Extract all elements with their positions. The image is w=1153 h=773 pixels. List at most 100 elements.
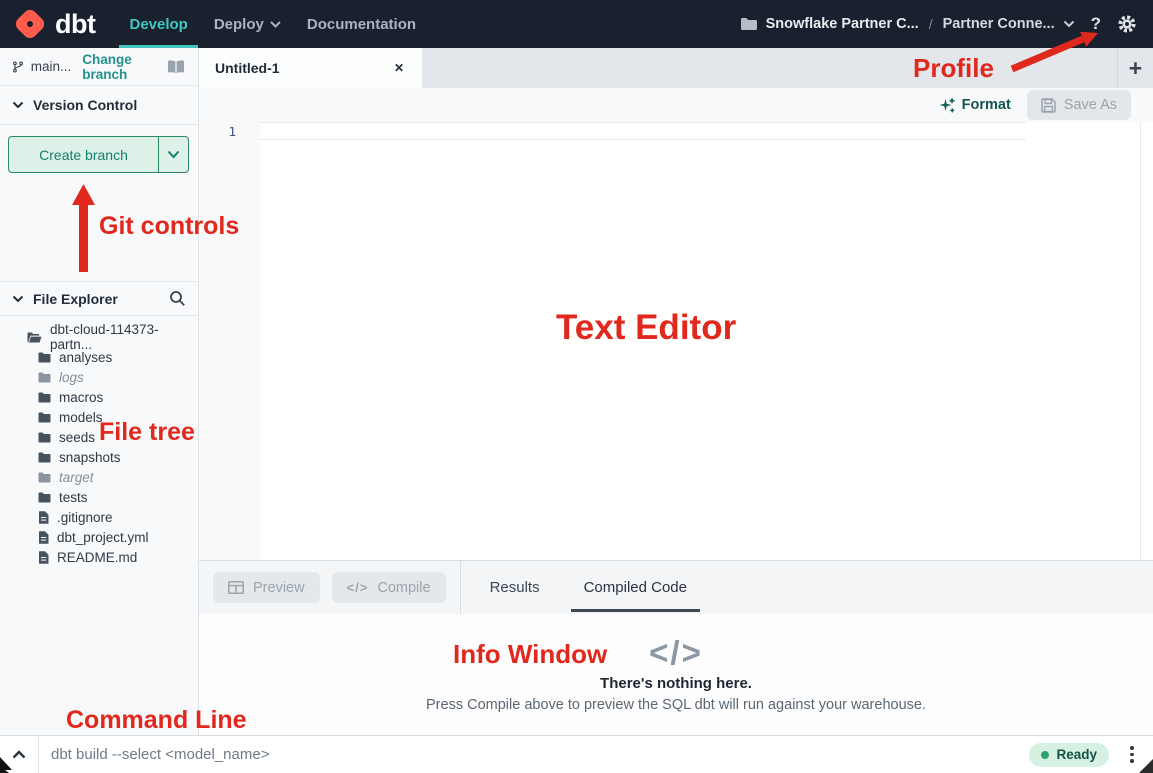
format-button[interactable]: Format [939,97,1011,113]
info-window-header: Preview </> Compile Results Compiled Cod… [199,560,1153,614]
tree-item-logs[interactable]: logs [0,367,198,387]
folder-icon [38,492,51,503]
file-icon [38,551,49,564]
tree-item-label: .gitignore [57,510,113,525]
create-branch-button[interactable]: Create branch [8,136,158,173]
nav-develop[interactable]: Develop [119,0,197,48]
command-input[interactable] [39,737,1029,773]
close-tab-icon[interactable]: ✕ [394,61,404,75]
nav-deploy-label: Deploy [214,16,264,33]
sidebar: main... Change branch Version Control Cr… [0,48,199,735]
format-label: Format [962,97,1011,113]
save-as-button[interactable]: Save As [1027,90,1131,120]
version-control-header[interactable]: Version Control [0,86,198,125]
status-badge: Ready [1029,743,1109,767]
brand-text: dbt [55,9,95,40]
tree-item-target[interactable]: target [0,467,198,487]
branch-row: main... Change branch [0,48,198,86]
folder-icon [38,412,51,423]
editor-gutter: 1 [199,122,260,560]
folder-icon [38,472,51,483]
change-branch-link[interactable]: Change branch [82,52,159,82]
tree-item-label: seeds [59,430,95,445]
project-name: Partner Conne... [943,16,1055,32]
folder-icon [38,432,51,443]
expand-command-bar-button[interactable] [0,736,38,773]
chevron-down-icon [12,295,24,303]
empty-state-title: There's nothing here. [600,675,752,692]
dbt-logo[interactable]: dbt [14,8,95,40]
tab-title: Untitled-1 [215,60,280,76]
preview-label: Preview [253,580,305,596]
account-name: Snowflake Partner C... [766,16,919,32]
tree-item-label: snapshots [59,450,121,465]
tab-results[interactable]: Results [481,561,549,614]
docs-book-icon[interactable] [166,59,186,75]
tree-item-readme[interactable]: README.md [0,547,198,567]
file-explorer-title: File Explorer [33,291,118,307]
settings-gear-icon[interactable] [1117,14,1137,34]
nav-deploy[interactable]: Deploy [204,0,291,48]
tree-item-label: models [59,410,103,425]
preview-button[interactable]: Preview [213,572,320,603]
dbt-cloud-ide: dbt Develop Deploy Documentation Snowfla… [0,0,1153,773]
compile-button[interactable]: </> Compile [332,572,446,603]
tree-item-label: analyses [59,350,112,365]
create-branch-caret[interactable] [158,136,189,173]
tab-compiled-code[interactable]: Compiled Code [571,561,700,614]
folder-icon [38,392,51,403]
file-icon [38,511,49,524]
code-icon: </> [347,580,369,595]
tree-item-label: README.md [57,550,137,565]
empty-state-subtitle: Press Compile above to preview the SQL d… [426,697,926,713]
tree-item-dbt-project-yml[interactable]: dbt_project.yml [0,527,198,547]
file-tree: dbt-cloud-114373-partn... analyses logs … [0,327,198,567]
folder-open-icon [27,332,42,343]
primary-nav: Develop Deploy Documentation [119,0,426,48]
search-icon[interactable] [169,290,186,307]
top-nav: dbt Develop Deploy Documentation Snowfla… [0,0,1153,48]
save-as-label: Save As [1064,97,1117,113]
status-label: Ready [1056,747,1097,762]
tree-item-label: dbt_project.yml [57,530,149,545]
folder-icon [38,452,51,463]
kebab-menu-icon[interactable] [1119,736,1145,773]
editor-toolbar: Format Save As [199,88,1153,122]
help-icon[interactable]: ? [1091,14,1101,34]
active-line[interactable] [260,122,1026,140]
git-branch-icon [12,59,24,75]
folder-icon [38,352,51,363]
table-icon [228,581,244,594]
tree-item-label: macros [59,390,103,405]
tab-untitled-1[interactable]: Untitled-1 ✕ [199,48,422,88]
sparkle-icon [939,97,955,113]
tree-item-gitignore[interactable]: .gitignore [0,507,198,527]
tree-item-label: target [59,470,94,485]
chevron-down-icon [12,101,24,109]
tree-item-project-root[interactable]: dbt-cloud-114373-partn... [0,327,198,347]
text-editor[interactable]: 1 [199,122,1153,560]
file-explorer-header[interactable]: File Explorer [0,281,198,316]
tree-item-seeds[interactable]: seeds [0,427,198,447]
compile-label: Compile [377,580,430,596]
tree-item-tests[interactable]: tests [0,487,198,507]
new-tab-button[interactable]: + [1117,48,1153,88]
nav-documentation[interactable]: Documentation [297,0,426,48]
version-control-title: Version Control [33,97,137,113]
tree-item-models[interactable]: models [0,407,198,427]
line-number: 1 [199,124,236,139]
file-icon [38,531,49,544]
command-line-bar: Ready [0,735,1153,773]
tree-item-macros[interactable]: macros [0,387,198,407]
chevron-down-icon [1063,20,1075,28]
create-branch-split-button: Create branch [8,136,189,173]
project-switcher[interactable]: Snowflake Partner C... / Partner Conne..… [740,16,1075,32]
nav-right: Snowflake Partner C... / Partner Conne..… [740,0,1137,48]
editor-scrollbar-gutter[interactable] [1140,122,1141,560]
dbt-logo-icon [14,8,46,40]
breadcrumb-separator: / [929,16,933,32]
tree-item-snapshots[interactable]: snapshots [0,447,198,467]
tree-item-label: tests [59,490,88,505]
header-divider [460,561,461,614]
folder-icon [740,17,758,31]
